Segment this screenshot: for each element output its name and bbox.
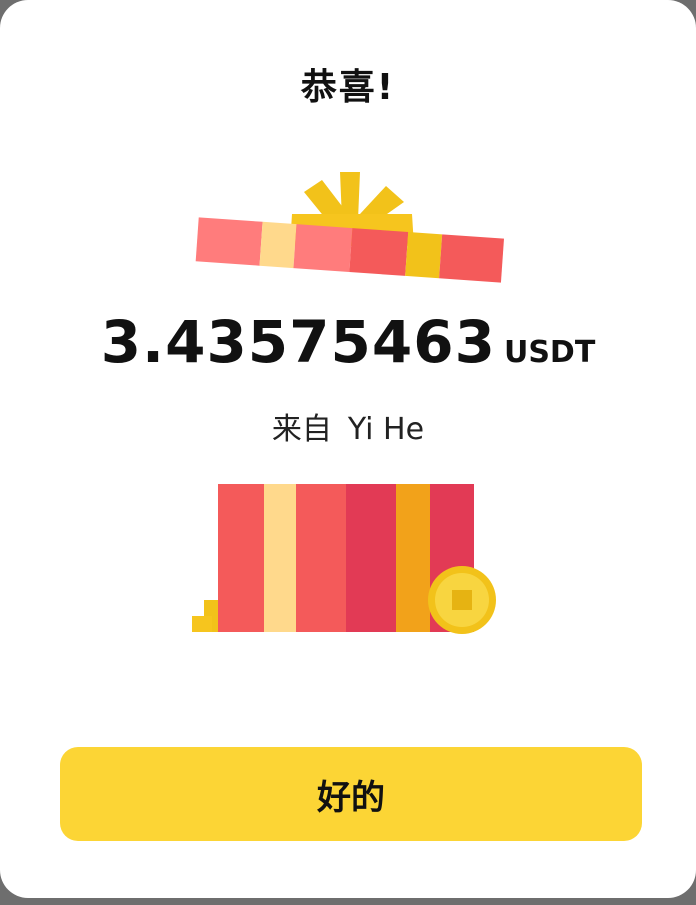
reward-amount: 3.43575463 — [100, 308, 496, 376]
ok-button[interactable]: 好的 — [60, 747, 642, 841]
sender-name: Yi He — [347, 412, 425, 447]
reward-unit: USDT — [503, 335, 596, 370]
box-stripe — [346, 484, 396, 632]
lid-segment — [405, 231, 443, 279]
gift-step — [192, 616, 212, 632]
from-label: 来自 — [271, 412, 332, 447]
lid-segment — [259, 221, 297, 269]
sender-row: 来自 Yi He — [0, 404, 696, 448]
dialog-title: 恭喜! — [300, 67, 396, 108]
lid-segment — [349, 228, 409, 276]
lid-segment — [439, 234, 505, 283]
box-stripe — [396, 484, 430, 632]
gift-lid-illustration — [195, 172, 505, 283]
reward-amount-row: 3.43575463 USDT — [0, 308, 696, 376]
lid-segment — [293, 224, 353, 272]
box-stripe — [218, 484, 264, 632]
gift-bow-middle — [340, 172, 360, 220]
lid-segment — [195, 217, 263, 266]
reward-dialog: 恭喜! 3.43575463 USDT 来自 Yi He 好的 — [0, 0, 696, 898]
box-stripe — [264, 484, 296, 632]
coin-icon — [428, 566, 496, 634]
gift-box-illustration — [192, 484, 496, 634]
box-stripe — [296, 484, 346, 632]
